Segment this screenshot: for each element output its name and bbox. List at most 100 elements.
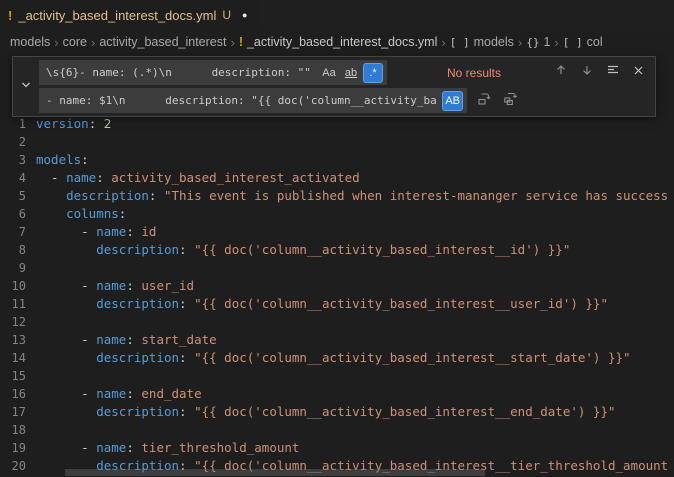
code-token — [36, 350, 96, 365]
chevron-down-icon — [20, 78, 32, 96]
code-line[interactable]: 15 — [0, 367, 674, 385]
code-token — [36, 296, 96, 311]
code-line[interactable]: 19 - name: tier_threshold_amount — [0, 439, 674, 457]
code-token: description — [96, 296, 179, 311]
code-token: name — [96, 332, 126, 347]
code-line[interactable]: 6 columns: — [0, 205, 674, 223]
code-line[interactable]: 17 description: "{{ doc('column__activit… — [0, 403, 674, 421]
code-token: : — [119, 206, 127, 221]
code-line-content — [26, 421, 36, 439]
replace-input[interactable]: - name: $1\n description: "{{ doc('colum… — [39, 88, 467, 113]
replace-all-button[interactable] — [500, 90, 521, 111]
code-line[interactable]: 11 description: "{{ doc('column__activit… — [0, 295, 674, 313]
find-row: \s{6}- name: (.*)\n description: "" Aa a… — [39, 60, 649, 85]
code-line-content — [26, 259, 36, 277]
code-token: start_date — [141, 332, 216, 347]
code-line[interactable]: 10 - name: user_id — [0, 277, 674, 295]
find-replace-widget: \s{6}- name: (.*)\n description: "" Aa a… — [12, 56, 656, 117]
code-line-content — [26, 133, 36, 151]
code-line-content: columns: — [26, 205, 126, 223]
code-line-content: - name: end_date — [26, 385, 202, 403]
code-line-content — [26, 367, 36, 385]
code-token: tier_threshold_amount — [141, 440, 299, 455]
code-token: : — [179, 404, 194, 419]
code-token: - — [36, 170, 66, 185]
code-token: description — [96, 404, 179, 419]
breadcrumb-separator: › — [50, 35, 62, 50]
code-line[interactable]: 12 — [0, 313, 674, 331]
code-token: "{{ doc('column__activity_based_interest… — [194, 296, 608, 311]
breadcrumb-file-label: _activity_based_interest_docs.yml — [247, 35, 437, 49]
code-line[interactable]: 7 - name: id — [0, 223, 674, 241]
code-line-content: - name: activity_based_interest_activate… — [26, 169, 360, 187]
replace-row: - name: $1\n description: "{{ doc('colum… — [39, 88, 649, 113]
whole-word-button[interactable]: ab — [341, 63, 361, 83]
breadcrumb-item-file[interactable]: ! _activity_based_interest_docs.yml — [239, 35, 438, 49]
unsaved-dot-icon[interactable]: ● — [242, 10, 247, 20]
code-line[interactable]: 1version: 2 — [0, 115, 674, 133]
code-token: name — [96, 440, 126, 455]
code-line[interactable]: 4 - name: activity_based_interest_activa… — [0, 169, 674, 187]
code-line[interactable]: 14 description: "{{ doc('column__activit… — [0, 349, 674, 367]
breadcrumb-symbol-1[interactable]: {}1 — [526, 35, 550, 49]
code-token: name — [96, 386, 126, 401]
code-line[interactable]: 5 description: "This event is published … — [0, 187, 674, 205]
line-number: 20 — [0, 457, 26, 475]
editor[interactable]: 1version: 223models:4 - name: activity_b… — [0, 54, 674, 477]
code-token: "{{ doc('column__activity_based_interest… — [194, 350, 631, 365]
tab-filename: _activity_based_interest_docs.yml — [18, 8, 216, 23]
breadcrumb-symbol-col[interactable]: [ ]col — [563, 35, 603, 49]
code-line-content — [26, 313, 36, 331]
code-line[interactable]: 2 — [0, 133, 674, 151]
symbol-icon: {} — [526, 36, 539, 49]
warning-icon: ! — [239, 35, 243, 49]
line-number: 19 — [0, 439, 26, 457]
code-token: : — [179, 296, 194, 311]
line-number: 14 — [0, 349, 26, 367]
line-number: 15 — [0, 367, 26, 385]
vscode-window: ! _activity_based_interest_docs.yml U ● … — [0, 0, 674, 54]
code-token: - — [36, 332, 96, 347]
code-line[interactable]: 8 description: "{{ doc('column__activity… — [0, 241, 674, 259]
arrow-up-icon — [554, 63, 568, 82]
code-token: activity_based_interest_activated — [111, 170, 359, 185]
toggle-replace-button[interactable] — [13, 57, 39, 116]
horizontal-scrollbar[interactable] — [65, 469, 485, 476]
breadcrumb-symbol-label: models — [474, 35, 514, 49]
selection-icon — [606, 63, 620, 82]
preserve-case-button[interactable]: AB — [442, 91, 463, 111]
code-line-content: models: — [26, 151, 89, 169]
code-token: : — [149, 188, 164, 203]
close-button[interactable] — [628, 62, 649, 83]
code-token: : — [81, 152, 89, 167]
code-line-content: - name: tier_threshold_amount — [26, 439, 299, 457]
regex-button[interactable]: .* — [363, 63, 383, 83]
breadcrumb-item-activity_based_interest[interactable]: activity_based_interest — [99, 35, 226, 49]
code-token: : — [126, 332, 141, 347]
code-token: version — [36, 116, 89, 131]
tab-activity-based-interest-docs[interactable]: ! _activity_based_interest_docs.yml U ● — [0, 0, 259, 30]
code-line[interactable]: 3models: — [0, 151, 674, 169]
code-token: "{{ doc('column__activity_based_interest… — [194, 242, 570, 257]
replace-actions-group — [474, 90, 521, 111]
breadcrumb-separator: › — [514, 35, 526, 50]
find-in-selection-button[interactable] — [602, 62, 623, 83]
breadcrumb-item-models[interactable]: models — [10, 35, 50, 49]
code-line-content: description: "{{ doc('column__activity_b… — [26, 403, 616, 421]
find-input[interactable]: \s{6}- name: (.*)\n description: "" Aa a… — [39, 60, 387, 85]
breadcrumb-symbol-label: col — [587, 35, 603, 49]
replace-button[interactable] — [474, 90, 495, 111]
breadcrumb-symbol-models[interactable]: [ ]models — [450, 35, 514, 49]
match-case-button[interactable]: Aa — [319, 63, 339, 83]
code-line[interactable]: 16 - name: end_date — [0, 385, 674, 403]
code-line[interactable]: 18 — [0, 421, 674, 439]
next-match-button[interactable] — [576, 62, 597, 83]
code-line[interactable]: 9 — [0, 259, 674, 277]
arrow-down-icon — [580, 63, 594, 82]
previous-match-button[interactable] — [550, 62, 571, 83]
code-token: - — [36, 224, 96, 239]
code-line[interactable]: 13 - name: start_date — [0, 331, 674, 349]
breadcrumb-item-core[interactable]: core — [63, 35, 87, 49]
code-token: models — [36, 152, 81, 167]
tab-bar: ! _activity_based_interest_docs.yml U ● — [0, 0, 674, 30]
